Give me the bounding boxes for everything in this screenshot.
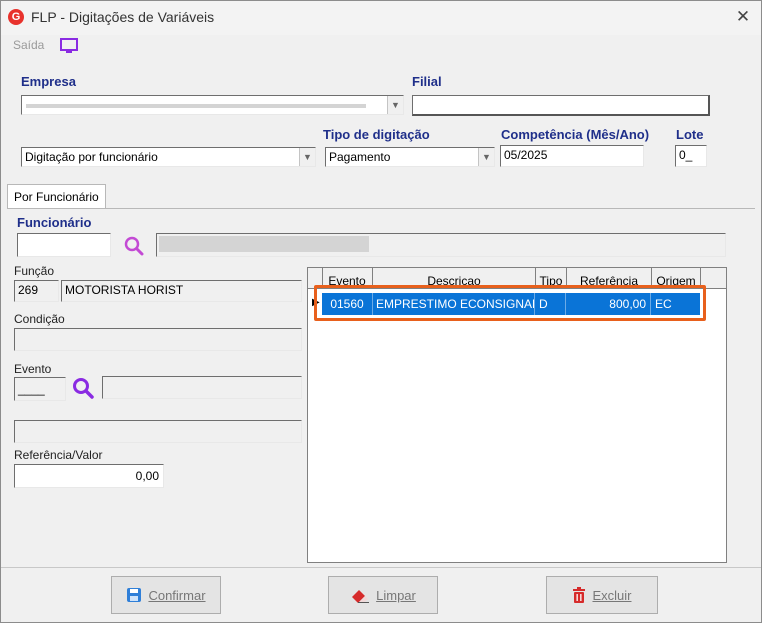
- funcao-code-field: 269: [14, 280, 59, 302]
- lote-label: Lote: [676, 127, 704, 142]
- filial-field[interactable]: [412, 95, 710, 116]
- confirmar-button[interactable]: Confirmar: [111, 576, 221, 614]
- search-icon[interactable]: [123, 235, 145, 257]
- referencia-valor-field[interactable]: 0,00: [14, 464, 164, 488]
- funcionario-field[interactable]: [17, 233, 111, 257]
- evento-code-field[interactable]: ____: [14, 377, 66, 401]
- funcao-name-field: MOTORISTA HORIST: [61, 280, 302, 302]
- funcionario-label: Funcionário: [17, 215, 92, 230]
- evento-label: Evento: [14, 362, 52, 376]
- condicao-field: [14, 328, 302, 351]
- excluir-label: Excluir: [592, 587, 632, 603]
- search-icon[interactable]: [71, 376, 95, 400]
- competencia-label: Competência (Mês/Ano): [501, 127, 650, 142]
- tipo-digitacao-combo[interactable]: Pagamento ▼: [325, 147, 495, 167]
- empresa-redacted: [26, 104, 366, 108]
- row-highlight-annotation: [314, 285, 706, 321]
- window-title: FLP - Digitações de Variáveis: [31, 9, 215, 25]
- chevron-down-icon[interactable]: ▼: [299, 148, 315, 166]
- condicao-label: Condição: [14, 312, 65, 326]
- excluir-button[interactable]: Excluir: [546, 576, 658, 614]
- app-logo-icon: G: [8, 9, 24, 25]
- lote-field[interactable]: 0_: [675, 145, 707, 167]
- empresa-label: Empresa: [21, 74, 76, 89]
- tipo-digitacao-label: Tipo de digitação: [323, 127, 430, 142]
- save-icon: [127, 588, 142, 602]
- chevron-down-icon[interactable]: ▼: [478, 148, 494, 166]
- funcionario-name-field: [156, 233, 726, 257]
- evento-extra-field: [14, 420, 302, 443]
- evento-name-field: [102, 376, 302, 399]
- main-window: G FLP - Digitações de Variáveis ✕ Saída …: [0, 0, 762, 623]
- funcao-label: Função: [14, 264, 55, 278]
- monitor-icon[interactable]: [59, 37, 79, 55]
- tipo-digitacao-value: Pagamento: [329, 150, 391, 164]
- digitacao-mode-combo[interactable]: Digitação por funcionário ▼: [21, 147, 316, 167]
- saida-button[interactable]: Saída: [13, 38, 44, 52]
- limpar-label: Limpar: [376, 587, 416, 603]
- empresa-combo[interactable]: ▼: [21, 95, 404, 115]
- trash-icon: [573, 587, 586, 603]
- chevron-down-icon[interactable]: ▼: [387, 96, 403, 114]
- funcionario-name-redacted: [159, 236, 369, 252]
- eraser-icon: [352, 590, 370, 603]
- competencia-field[interactable]: 05/2025: [500, 145, 644, 167]
- digitacao-mode-value: Digitação por funcionário: [25, 150, 158, 164]
- referencia-valor-label: Referência/Valor: [14, 448, 103, 462]
- tab-por-funcionario[interactable]: Por Funcionário: [7, 184, 106, 209]
- filial-label: Filial: [412, 74, 442, 89]
- limpar-button[interactable]: Limpar: [328, 576, 438, 614]
- confirmar-label: Confirmar: [148, 587, 206, 603]
- close-icon[interactable]: ✕: [731, 5, 755, 29]
